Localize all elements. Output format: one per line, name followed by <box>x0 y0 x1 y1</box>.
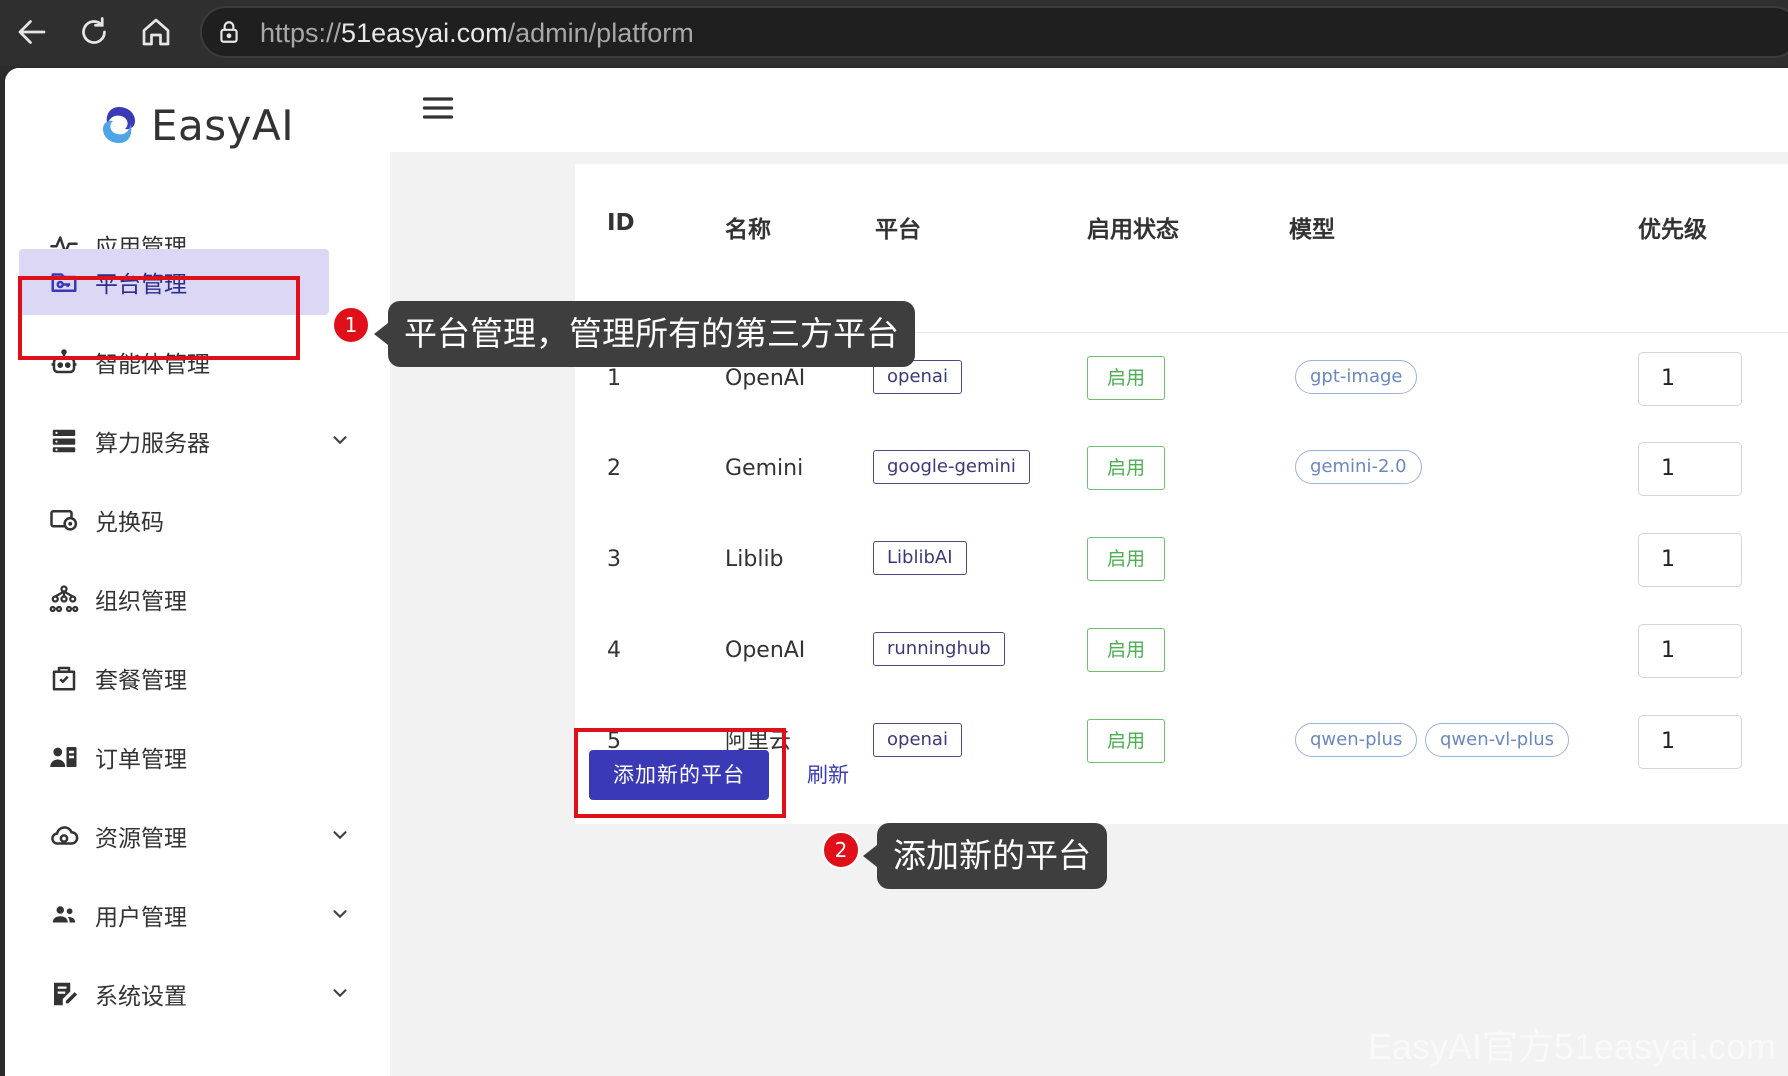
sidebar: EasyAI 应用管理 平台管理 智能体管理 算力服务器 兑换码 组织管理 套餐… <box>5 68 390 1076</box>
chevron-down-icon[interactable] <box>329 824 351 846</box>
priority-input[interactable]: 1 <box>1638 533 1742 587</box>
cell-id: 4 <box>607 638 621 663</box>
settings-edit-icon <box>49 979 79 1009</box>
sidebar-item-organizations[interactable]: 组织管理 <box>19 562 379 636</box>
back-arrow-icon[interactable] <box>14 14 50 50</box>
priority-input[interactable]: 1 <box>1638 715 1742 769</box>
column-header-status[interactable]: 启用状态 <box>1087 210 1179 244</box>
status-tag: 启用 <box>1087 537 1165 581</box>
url-text[interactable]: https://51easyai.com/admin/platform <box>260 18 694 49</box>
platform-tag: LiblibAI <box>873 541 967 575</box>
server-icon <box>49 426 79 456</box>
priority-input[interactable]: 1 <box>1638 352 1742 406</box>
cell-name: OpenAI <box>725 638 806 663</box>
annotation-badge-2: 2 <box>822 831 860 869</box>
priority-input[interactable]: 1 <box>1638 442 1742 496</box>
admin-app: EasyAI 应用管理 平台管理 智能体管理 算力服务器 兑换码 组织管理 套餐… <box>5 68 1788 1076</box>
platform-tag: runninghub <box>873 632 1005 666</box>
model-tag: gemini-2.0 <box>1295 450 1422 484</box>
column-header-priority[interactable]: 优先级 <box>1638 210 1707 244</box>
sidebar-item-label: 系统设置 <box>95 984 187 1010</box>
table-row[interactable]: 3 Liblib LiblibAI 启用 1 <box>575 515 1788 605</box>
platform-table: ID 名称 平台 启用状态 模型 优先级 1 OpenAI openai 启用 … <box>575 164 1788 824</box>
watermark: EasyAI官方51easyai.com <box>1367 1026 1776 1067</box>
sidebar-item-system-settings[interactable]: 系统设置 <box>19 957 379 1031</box>
sidebar-item-label: 用户管理 <box>95 905 187 931</box>
sidebar-item-packages[interactable]: 套餐管理 <box>19 641 379 715</box>
table-row[interactable]: 4 OpenAI runninghub 启用 1 <box>575 606 1788 696</box>
sidebar-item-label: 算力服务器 <box>95 431 210 457</box>
highlight-box-platforms <box>18 276 300 360</box>
sidebar-item-label: 组织管理 <box>95 589 187 615</box>
status-tag: 启用 <box>1087 628 1165 672</box>
cloud-resource-icon <box>49 821 79 851</box>
order-icon <box>49 742 79 772</box>
column-header-id[interactable]: ID <box>607 210 635 236</box>
platform-tag: google-gemini <box>873 450 1030 484</box>
status-tag: 启用 <box>1087 356 1165 400</box>
platform-tag: openai <box>873 723 962 757</box>
hamburger-menu-icon[interactable] <box>420 90 456 126</box>
users-icon <box>49 900 79 930</box>
column-header-platform[interactable]: 平台 <box>875 210 921 244</box>
annotation-callout-1: 平台管理，管理所有的第三方平台 <box>374 301 915 367</box>
reload-icon[interactable] <box>76 14 112 50</box>
sidebar-item-resources[interactable]: 资源管理 <box>19 799 379 873</box>
refresh-link[interactable]: 刷新 <box>807 750 849 800</box>
easyai-logo-icon <box>103 107 135 143</box>
chevron-down-icon[interactable] <box>329 982 351 1004</box>
sidebar-item-label: 资源管理 <box>95 826 187 852</box>
priority-input[interactable]: 1 <box>1638 624 1742 678</box>
sidebar-item-users[interactable]: 用户管理 <box>19 878 379 952</box>
logo[interactable]: EasyAI <box>97 90 294 160</box>
table-row[interactable]: 2 Gemini google-gemini 启用 gemini-2.0 1 <box>575 424 1788 514</box>
org-tree-icon <box>49 584 79 614</box>
redeem-card-icon <box>49 505 79 535</box>
url-path: /admin/platform <box>507 18 694 48</box>
sidebar-item-label: 套餐管理 <box>95 668 187 694</box>
sidebar-item-label: 兑换码 <box>95 510 164 536</box>
cell-name: Liblib <box>725 547 784 572</box>
column-header-name[interactable]: 名称 <box>725 210 771 244</box>
browser-toolbar: https://51easyai.com/admin/platform <box>0 0 1788 66</box>
top-header <box>390 68 1788 152</box>
cell-id: 3 <box>607 547 621 572</box>
cell-id: 2 <box>607 456 621 481</box>
annotation-callout-2: 添加新的平台 <box>863 823 1107 889</box>
status-tag: 启用 <box>1087 719 1165 763</box>
model-tag: qwen-plus <box>1295 723 1418 757</box>
model-tag: qwen-vl-plus <box>1425 723 1570 757</box>
lock-icon[interactable] <box>216 19 242 45</box>
chevron-down-icon[interactable] <box>329 429 351 451</box>
sidebar-item-label: 订单管理 <box>95 747 187 773</box>
chevron-down-icon[interactable] <box>329 903 351 925</box>
address-bar[interactable]: https://51easyai.com/admin/platform <box>200 6 1788 58</box>
status-tag: 启用 <box>1087 446 1165 490</box>
sidebar-item-redeem-codes[interactable]: 兑换码 <box>19 483 379 557</box>
home-icon[interactable] <box>138 14 174 50</box>
package-bag-icon <box>49 663 79 693</box>
sidebar-item-compute-servers[interactable]: 算力服务器 <box>19 404 379 478</box>
column-header-models[interactable]: 模型 <box>1289 210 1335 244</box>
url-scheme: https:// <box>260 18 342 48</box>
annotation-badge-1: 1 <box>332 306 370 344</box>
highlight-box-add-button <box>574 728 786 818</box>
logo-text: EasyAI <box>151 100 295 150</box>
model-tag: gpt-image <box>1295 360 1418 394</box>
cell-name: Gemini <box>725 456 804 481</box>
sidebar-item-orders[interactable]: 订单管理 <box>19 720 379 794</box>
url-domain: 51easyai.com <box>341 18 508 48</box>
